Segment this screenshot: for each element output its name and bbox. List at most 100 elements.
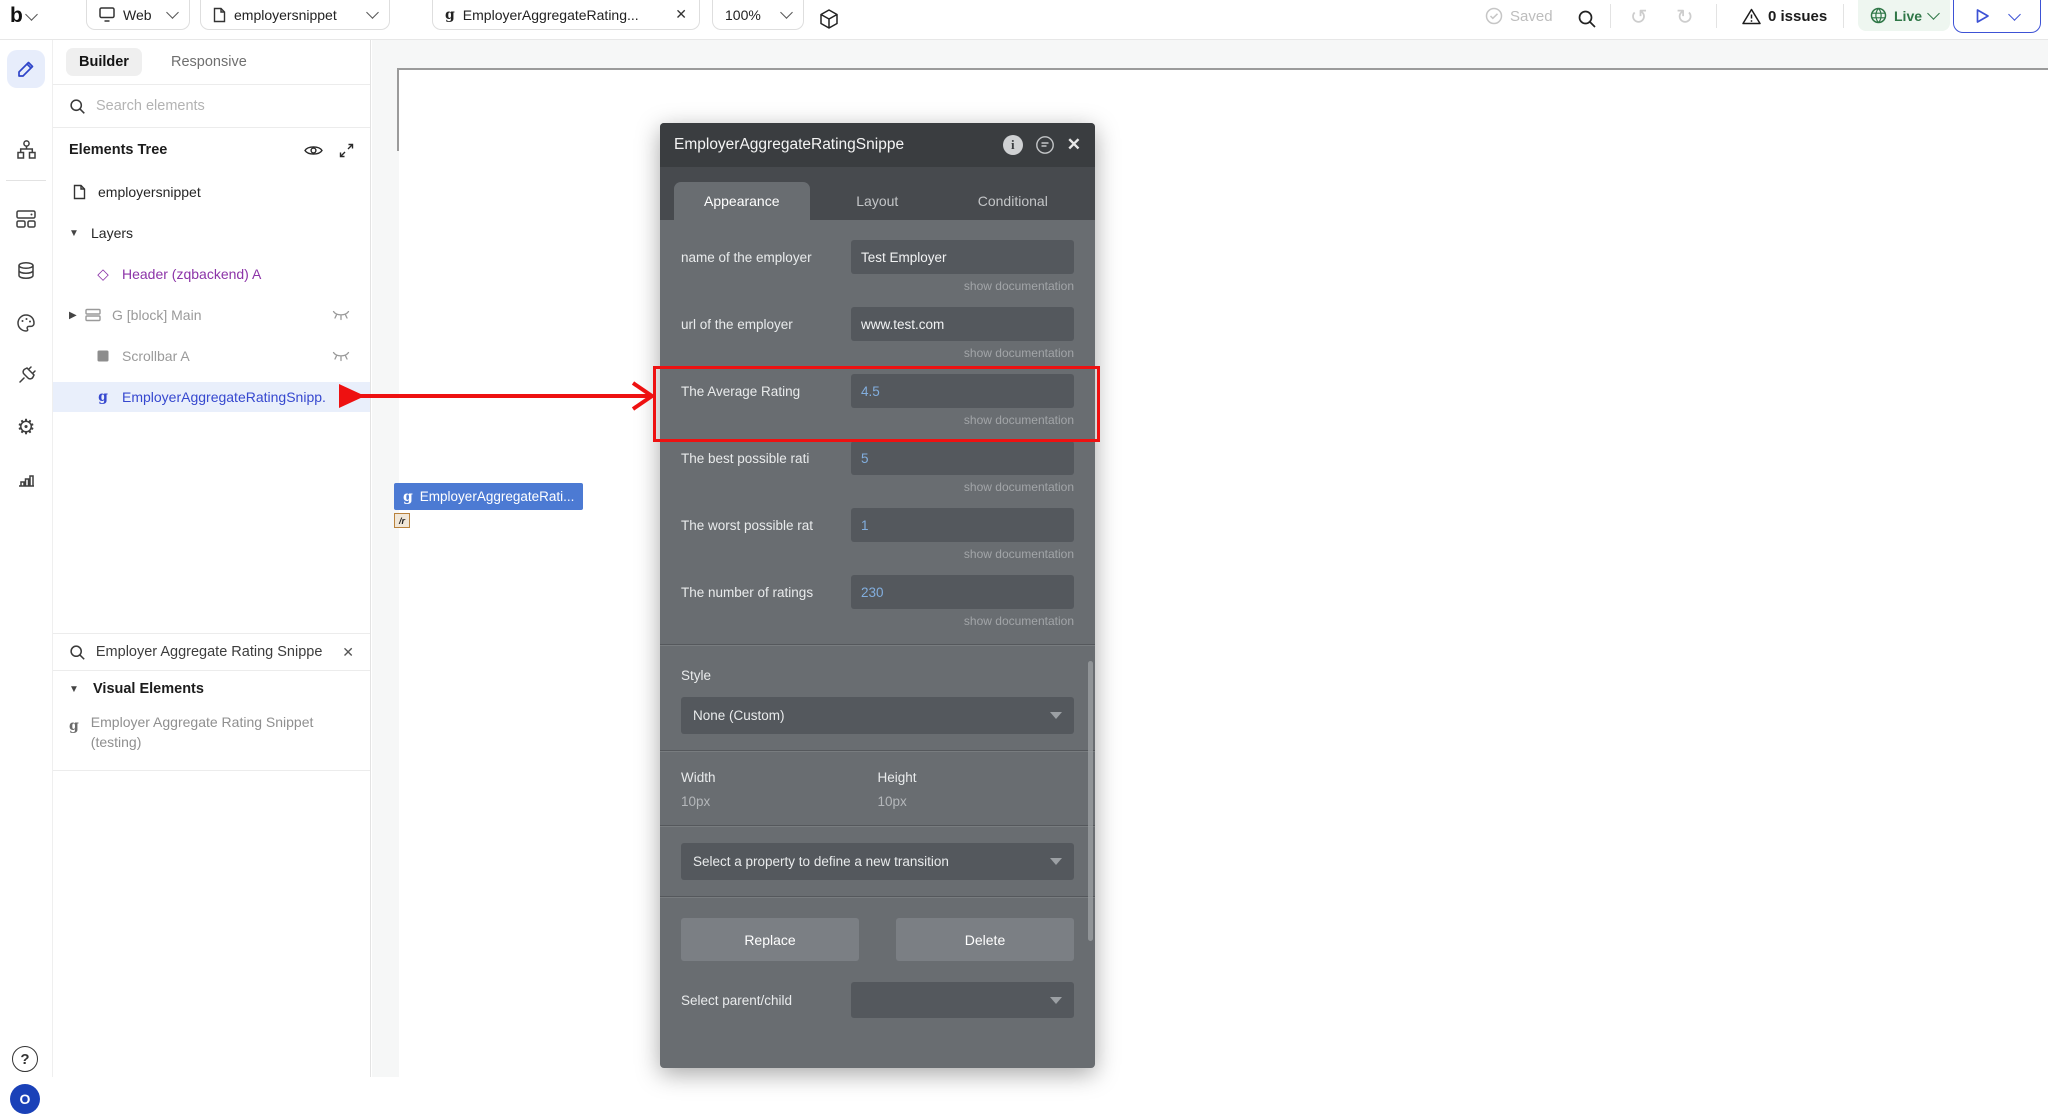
play-icon bbox=[1976, 9, 1989, 23]
show-documentation-link[interactable]: show documentation bbox=[681, 614, 1074, 628]
environment-dropdown[interactable]: Web bbox=[86, 0, 190, 30]
show-documentation-link[interactable]: show documentation bbox=[681, 279, 1074, 293]
design-pencil-tab[interactable] bbox=[7, 50, 45, 88]
show-documentation-link[interactable]: show documentation bbox=[681, 413, 1074, 427]
saved-status: Saved bbox=[1485, 0, 1553, 32]
block-icon bbox=[83, 308, 103, 322]
zoom-dropdown[interactable]: 100% bbox=[712, 0, 804, 30]
bar-chart-icon bbox=[18, 475, 34, 487]
hidden-eye-icon[interactable] bbox=[332, 351, 350, 362]
info-glyph: i bbox=[1010, 137, 1015, 152]
field-average-rating: The Average Rating 4.5 show documentatio… bbox=[681, 374, 1074, 427]
property-editor-header[interactable]: EmployerAggregateRatingSnippe i ✕ bbox=[660, 123, 1095, 167]
preview-run-button[interactable] bbox=[1953, 0, 2041, 33]
settings-tab[interactable]: ⚙ bbox=[7, 408, 45, 446]
tab-conditional[interactable]: Conditional bbox=[945, 182, 1081, 220]
square-icon bbox=[93, 350, 113, 362]
issues-indicator[interactable]: 0 issues bbox=[1742, 0, 1827, 32]
search-elements-input[interactable] bbox=[96, 98, 316, 114]
property-editor-body: name of the employer Test Employer show … bbox=[660, 220, 1095, 1018]
dimensions-row: Width 10px Height 10px bbox=[681, 770, 1074, 809]
help-button[interactable]: ? bbox=[12, 1046, 38, 1072]
info-icon[interactable]: i bbox=[1002, 135, 1023, 155]
palette-item-snippet[interactable]: g Employer Aggregate Rating Snippet (tes… bbox=[69, 712, 349, 753]
visual-elements-header[interactable]: ▼ Visual Elements bbox=[69, 681, 204, 697]
design-canvas[interactable]: g EmployerAggregateRati... /r bbox=[372, 40, 2048, 1077]
components-tab[interactable] bbox=[7, 200, 45, 238]
tab-responsive[interactable]: Responsive bbox=[171, 54, 247, 70]
component-cube-icon[interactable] bbox=[818, 8, 840, 30]
plugins-tab[interactable] bbox=[7, 356, 45, 394]
parent-child-dropdown[interactable] bbox=[851, 982, 1074, 1018]
worst-rating-input[interactable]: 1 bbox=[851, 508, 1074, 542]
element-tab[interactable]: g EmployerAggregateRating... ✕ bbox=[432, 0, 700, 30]
close-icon[interactable]: ✕ bbox=[1067, 135, 1081, 155]
tree-item-header[interactable]: ◇ Header (zqbackend) A bbox=[53, 259, 370, 289]
element-search-input[interactable] bbox=[95, 644, 333, 660]
logo-glyph: b bbox=[10, 4, 23, 27]
show-documentation-link[interactable]: show documentation bbox=[681, 547, 1074, 561]
user-avatar[interactable]: O bbox=[10, 1084, 40, 1114]
toolbar-separator bbox=[1610, 4, 1611, 28]
search-elements-row bbox=[53, 85, 370, 127]
workflow-tab[interactable] bbox=[7, 130, 45, 168]
show-documentation-link[interactable]: show documentation bbox=[681, 480, 1074, 494]
clear-search-icon[interactable]: ✕ bbox=[342, 644, 354, 661]
hidden-eye-icon[interactable] bbox=[332, 310, 350, 321]
tree-group-layers[interactable]: ▼ Layers bbox=[53, 218, 370, 248]
search-icon bbox=[70, 644, 85, 660]
ratings-count-input[interactable]: 230 bbox=[851, 575, 1074, 609]
page-dropdown[interactable]: employersnippet bbox=[200, 0, 390, 30]
tab-builder[interactable]: Builder bbox=[66, 48, 142, 76]
field-employer-url: url of the employer www.test.com show do… bbox=[681, 307, 1074, 360]
selected-element-chip[interactable]: g EmployerAggregateRati... bbox=[394, 483, 584, 510]
app-logo[interactable]: b bbox=[10, 0, 38, 32]
caret-down-icon[interactable]: ▼ bbox=[69, 228, 83, 239]
data-tab[interactable] bbox=[7, 252, 45, 290]
undo-icon[interactable]: ↺ bbox=[1630, 5, 1648, 30]
field-label: The best possible rati bbox=[681, 450, 810, 466]
chevron-down-icon bbox=[1927, 7, 1940, 20]
replace-button[interactable]: Replace bbox=[681, 918, 859, 961]
style-dropdown[interactable]: None (Custom) bbox=[681, 697, 1074, 734]
best-rating-input[interactable]: 5 bbox=[851, 441, 1074, 475]
styles-tab[interactable] bbox=[7, 304, 45, 342]
employer-name-input[interactable]: Test Employer bbox=[851, 240, 1074, 274]
element-search-row: ✕ bbox=[53, 633, 370, 671]
page-surface[interactable] bbox=[399, 70, 2048, 1077]
tree-item-snippet-selected[interactable]: g EmployerAggregateRatingSnipp. bbox=[53, 382, 370, 412]
tree-item-scrollbar[interactable]: Scrollbar A bbox=[53, 341, 370, 371]
style-section-label: Style bbox=[681, 668, 712, 683]
snippet-element-on-canvas[interactable]: /r bbox=[394, 513, 410, 528]
show-documentation-link[interactable]: show documentation bbox=[681, 346, 1074, 360]
redo-icon[interactable]: ↻ bbox=[1676, 5, 1694, 30]
live-version-dropdown[interactable]: Live bbox=[1858, 0, 1951, 31]
parent-child-row: Select parent/child bbox=[681, 982, 1074, 1018]
expand-icon[interactable] bbox=[339, 143, 354, 158]
tree-item-label: employersnippet bbox=[98, 184, 201, 200]
employer-url-input[interactable]: www.test.com bbox=[851, 307, 1074, 341]
selected-element-chip-label: EmployerAggregateRati... bbox=[419, 489, 575, 504]
average-rating-input[interactable]: 4.5 bbox=[851, 374, 1074, 408]
tree-item-g-block[interactable]: ▶ G [block] Main bbox=[53, 300, 370, 330]
tree-item-root-page[interactable]: employersnippet bbox=[53, 177, 370, 207]
caret-right-icon[interactable]: ▶ bbox=[69, 310, 83, 321]
tab-layout[interactable]: Layout bbox=[810, 182, 946, 220]
transition-dropdown[interactable]: Select a property to define a new transi… bbox=[681, 843, 1074, 880]
search-icon[interactable] bbox=[1577, 9, 1597, 29]
delete-button[interactable]: Delete bbox=[896, 918, 1074, 961]
comment-icon[interactable] bbox=[1035, 135, 1055, 155]
database-icon bbox=[18, 261, 34, 280]
gear-icon: ⚙ bbox=[16, 415, 36, 439]
inspector-scrollbar[interactable] bbox=[1088, 661, 1093, 941]
close-icon[interactable]: ✕ bbox=[675, 6, 687, 23]
eye-icon[interactable] bbox=[304, 144, 323, 157]
logs-tab[interactable] bbox=[7, 460, 45, 498]
page-icon bbox=[69, 184, 89, 200]
search-icon bbox=[70, 98, 85, 114]
chevron-down-icon bbox=[2008, 7, 2022, 21]
chevron-down-icon bbox=[366, 6, 379, 19]
field-label: The worst possible rat bbox=[681, 517, 814, 533]
tab-appearance[interactable]: Appearance bbox=[674, 182, 810, 220]
snippet-element-icon: g bbox=[69, 718, 79, 734]
